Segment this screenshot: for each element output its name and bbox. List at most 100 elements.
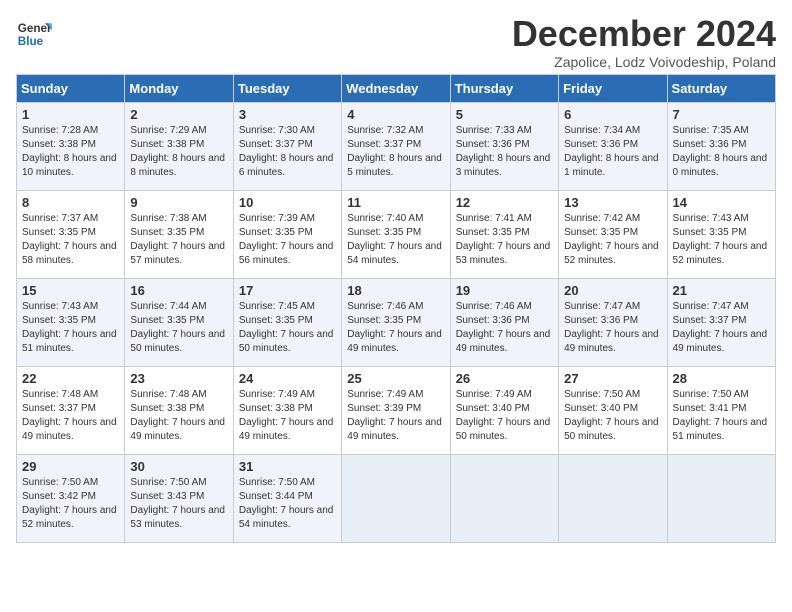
day-info: Sunrise: 7:39 AMSunset: 3:35 PMDaylight:…: [239, 212, 336, 268]
calendar-week-2: 8Sunrise: 7:37 AMSunset: 3:35 PMDaylight…: [17, 191, 776, 279]
calendar-cell: [450, 455, 558, 543]
day-info: Sunrise: 7:50 AMSunset: 3:44 PMDaylight:…: [239, 476, 336, 532]
weekday-header-row: SundayMondayTuesdayWednesdayThursdayFrid…: [17, 75, 776, 103]
day-info: Sunrise: 7:35 AMSunset: 3:36 PMDaylight:…: [673, 124, 770, 180]
day-info: Sunrise: 7:42 AMSunset: 3:35 PMDaylight:…: [564, 212, 661, 268]
calendar-cell: 29Sunrise: 7:50 AMSunset: 3:42 PMDayligh…: [17, 455, 125, 543]
month-title: December 2024: [512, 16, 776, 52]
day-info: Sunrise: 7:49 AMSunset: 3:40 PMDaylight:…: [456, 388, 553, 444]
day-info: Sunrise: 7:46 AMSunset: 3:35 PMDaylight:…: [347, 300, 444, 356]
calendar-cell: 8Sunrise: 7:37 AMSunset: 3:35 PMDaylight…: [17, 191, 125, 279]
weekday-header-monday: Monday: [125, 75, 233, 103]
calendar-week-4: 22 Sunrise: 7:48 AMSunset: 3:37 PMDayligh…: [17, 367, 776, 455]
day-number: 20: [564, 283, 661, 298]
calendar-cell: 24Sunrise: 7:49 AMSunset: 3:38 PMDayligh…: [233, 367, 341, 455]
calendar-cell: 14 Sunrise: 7:43 AMSunset: 3:35 PMDayligh…: [667, 191, 775, 279]
day-number: 9: [130, 195, 227, 210]
calendar-cell: 9Sunrise: 7:38 AMSunset: 3:35 PMDaylight…: [125, 191, 233, 279]
day-number: 3: [239, 107, 336, 122]
day-info: Sunrise: 7:43 AMSunset: 3:35 PMDaylight:…: [22, 300, 119, 356]
calendar-cell: 28Sunrise: 7:50 AMSunset: 3:41 PMDayligh…: [667, 367, 775, 455]
day-number: 16: [130, 283, 227, 298]
calendar-week-3: 15Sunrise: 7:43 AMSunset: 3:35 PMDayligh…: [17, 279, 776, 367]
day-info: Sunrise: 7:43 AMSunset: 3:35 PMDaylight:…: [673, 212, 770, 268]
weekday-header-tuesday: Tuesday: [233, 75, 341, 103]
calendar-cell: 13 Sunrise: 7:42 AMSunset: 3:35 PMDayligh…: [559, 191, 667, 279]
day-info: Sunrise: 7:46 AMSunset: 3:36 PMDaylight:…: [456, 300, 553, 356]
calendar-cell: 20 Sunrise: 7:47 AMSunset: 3:36 PMDayligh…: [559, 279, 667, 367]
day-info: Sunrise: 7:28 AMSunset: 3:38 PMDaylight:…: [22, 124, 119, 180]
day-info: Sunrise: 7:47 AMSunset: 3:37 PMDaylight:…: [673, 300, 770, 356]
day-number: 13: [564, 195, 661, 210]
day-info: Sunrise: 7:47 AMSunset: 3:36 PMDaylight:…: [564, 300, 661, 356]
weekday-header-thursday: Thursday: [450, 75, 558, 103]
day-info: Sunrise: 7:50 AMSunset: 3:43 PMDaylight:…: [130, 476, 227, 532]
page-header: General Blue December 2024 Zapolice, Lod…: [16, 16, 776, 70]
calendar-week-1: 1 Sunrise: 7:28 AMSunset: 3:38 PMDaylight…: [17, 103, 776, 191]
day-number: 21: [673, 283, 770, 298]
day-number: 25: [347, 371, 444, 386]
logo-icon: General Blue: [16, 16, 52, 52]
calendar-cell: 12 Sunrise: 7:41 AMSunset: 3:35 PMDayligh…: [450, 191, 558, 279]
day-info: Sunrise: 7:44 AMSunset: 3:35 PMDaylight:…: [130, 300, 227, 356]
calendar-cell: 19 Sunrise: 7:46 AMSunset: 3:36 PMDayligh…: [450, 279, 558, 367]
day-number: 11: [347, 195, 444, 210]
day-number: 7: [673, 107, 770, 122]
calendar-cell: 26 Sunrise: 7:49 AMSunset: 3:40 PMDayligh…: [450, 367, 558, 455]
weekday-header-saturday: Saturday: [667, 75, 775, 103]
calendar-cell: 23 Sunrise: 7:48 AMSunset: 3:38 PMDayligh…: [125, 367, 233, 455]
day-info: Sunrise: 7:48 AMSunset: 3:37 PMDaylight:…: [22, 388, 119, 444]
day-number: 23: [130, 371, 227, 386]
calendar-cell: [342, 455, 450, 543]
calendar-cell: [667, 455, 775, 543]
day-number: 5: [456, 107, 553, 122]
day-info: Sunrise: 7:40 AMSunset: 3:35 PMDaylight:…: [347, 212, 444, 268]
calendar-cell: 15Sunrise: 7:43 AMSunset: 3:35 PMDayligh…: [17, 279, 125, 367]
day-info: Sunrise: 7:48 AMSunset: 3:38 PMDaylight:…: [130, 388, 227, 444]
day-info: Sunrise: 7:50 AMSunset: 3:41 PMDaylight:…: [673, 388, 770, 444]
weekday-header-wednesday: Wednesday: [342, 75, 450, 103]
day-number: 1: [22, 107, 119, 122]
calendar-cell: 30Sunrise: 7:50 AMSunset: 3:43 PMDayligh…: [125, 455, 233, 543]
calendar-cell: 21 Sunrise: 7:47 AMSunset: 3:37 PMDayligh…: [667, 279, 775, 367]
calendar-cell: 17Sunrise: 7:45 AMSunset: 3:35 PMDayligh…: [233, 279, 341, 367]
calendar-cell: 5 Sunrise: 7:33 AMSunset: 3:36 PMDaylight…: [450, 103, 558, 191]
logo: General Blue: [16, 16, 52, 52]
day-number: 24: [239, 371, 336, 386]
day-number: 6: [564, 107, 661, 122]
day-info: Sunrise: 7:37 AMSunset: 3:35 PMDaylight:…: [22, 212, 119, 268]
calendar-cell: 27 Sunrise: 7:50 AMSunset: 3:40 PMDayligh…: [559, 367, 667, 455]
day-info: Sunrise: 7:29 AMSunset: 3:38 PMDaylight:…: [130, 124, 227, 180]
calendar-cell: 25 Sunrise: 7:49 AMSunset: 3:39 PMDayligh…: [342, 367, 450, 455]
calendar-cell: [559, 455, 667, 543]
day-number: 19: [456, 283, 553, 298]
day-number: 22: [22, 371, 119, 386]
day-info: Sunrise: 7:49 AMSunset: 3:39 PMDaylight:…: [347, 388, 444, 444]
calendar-cell: 10 Sunrise: 7:39 AMSunset: 3:35 PMDayligh…: [233, 191, 341, 279]
calendar-cell: 16 Sunrise: 7:44 AMSunset: 3:35 PMDayligh…: [125, 279, 233, 367]
calendar-cell: 6 Sunrise: 7:34 AMSunset: 3:36 PMDaylight…: [559, 103, 667, 191]
calendar-cell: 4 Sunrise: 7:32 AMSunset: 3:37 PMDaylight…: [342, 103, 450, 191]
title-area: December 2024 Zapolice, Lodz Voivodeship…: [512, 16, 776, 70]
day-info: Sunrise: 7:50 AMSunset: 3:40 PMDaylight:…: [564, 388, 661, 444]
calendar-cell: 1 Sunrise: 7:28 AMSunset: 3:38 PMDaylight…: [17, 103, 125, 191]
day-number: 14: [673, 195, 770, 210]
calendar-table: SundayMondayTuesdayWednesdayThursdayFrid…: [16, 74, 776, 543]
day-info: Sunrise: 7:41 AMSunset: 3:35 PMDaylight:…: [456, 212, 553, 268]
day-number: 12: [456, 195, 553, 210]
day-info: Sunrise: 7:33 AMSunset: 3:36 PMDaylight:…: [456, 124, 553, 180]
day-number: 4: [347, 107, 444, 122]
calendar-cell: 18Sunrise: 7:46 AMSunset: 3:35 PMDayligh…: [342, 279, 450, 367]
calendar-cell: 31 Sunrise: 7:50 AMSunset: 3:44 PMDayligh…: [233, 455, 341, 543]
weekday-header-sunday: Sunday: [17, 75, 125, 103]
day-number: 26: [456, 371, 553, 386]
calendar-cell: 7 Sunrise: 7:35 AMSunset: 3:36 PMDaylight…: [667, 103, 775, 191]
day-number: 10: [239, 195, 336, 210]
day-number: 29: [22, 459, 119, 474]
location-subtitle: Zapolice, Lodz Voivodeship, Poland: [512, 54, 776, 70]
day-info: Sunrise: 7:45 AMSunset: 3:35 PMDaylight:…: [239, 300, 336, 356]
day-info: Sunrise: 7:32 AMSunset: 3:37 PMDaylight:…: [347, 124, 444, 180]
day-info: Sunrise: 7:34 AMSunset: 3:36 PMDaylight:…: [564, 124, 661, 180]
day-number: 27: [564, 371, 661, 386]
day-number: 31: [239, 459, 336, 474]
